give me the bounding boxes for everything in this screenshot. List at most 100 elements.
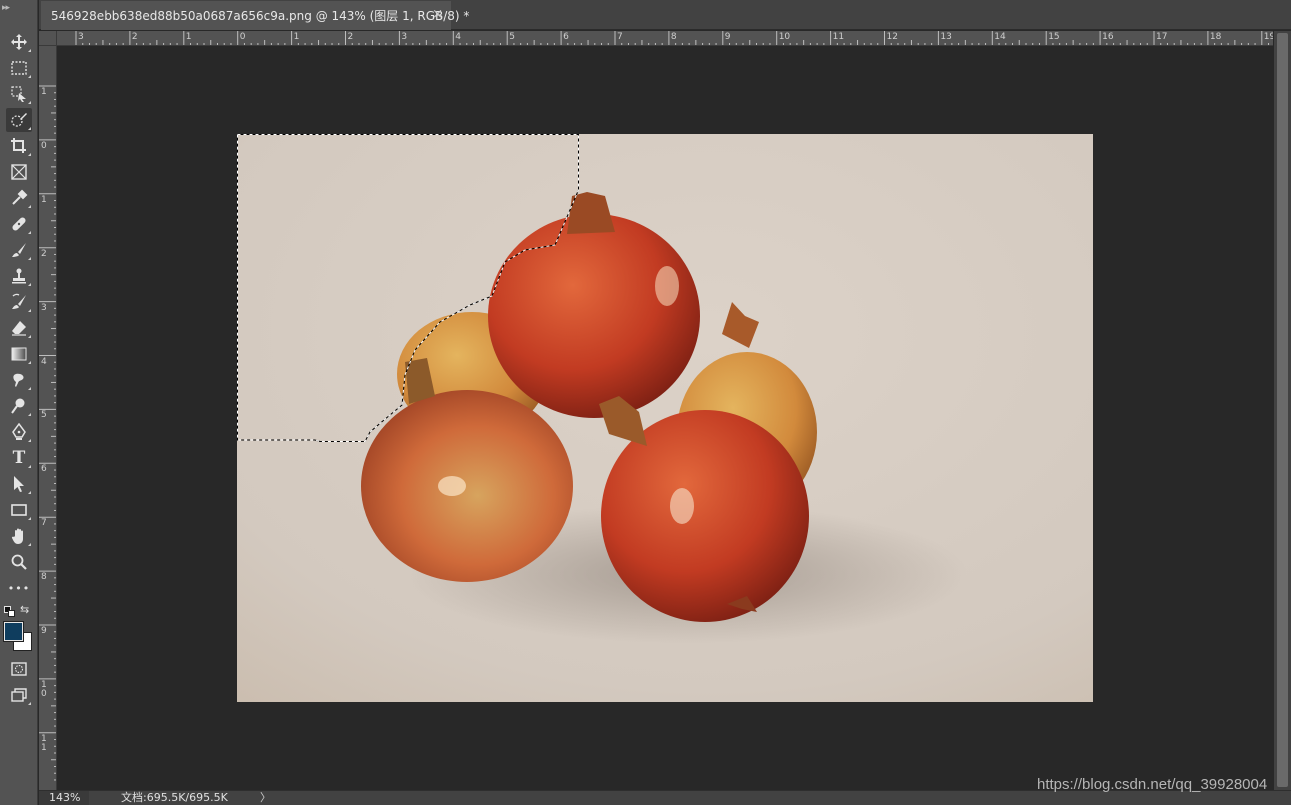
screen-mode[interactable] [6, 683, 32, 707]
type-icon: T [12, 448, 26, 468]
ruler-label: 1 [293, 32, 300, 42]
panel-collapse-icon[interactable]: ▸▸ [2, 3, 34, 19]
ruler-label: 9 [724, 32, 731, 42]
bandage-icon [12, 217, 26, 231]
eraser-tool[interactable] [6, 316, 32, 340]
hand-tool[interactable] [6, 524, 32, 548]
foreground-color-swatch[interactable] [3, 621, 24, 642]
swap-colors-icon[interactable]: ⇆ [20, 604, 32, 616]
ruler-label: 10 [778, 32, 791, 42]
path-selection-tool[interactable] [6, 472, 32, 496]
tools-panel: ▸▸ T ••• ⇆ [0, 0, 38, 805]
ruler-label: 7 [41, 518, 47, 529]
object-selection-tool[interactable] [6, 82, 32, 106]
healing-brush-tool[interactable] [6, 212, 32, 236]
ruler-label: 1 [185, 32, 192, 42]
pen-icon [12, 423, 26, 440]
ruler-label: 2 [131, 32, 138, 42]
pomegranates-photo [237, 134, 1093, 702]
ruler-label: 3 [78, 32, 84, 42]
hand-icon [11, 528, 23, 544]
quick-mask-mode[interactable] [6, 657, 32, 681]
object-select-icon [11, 86, 26, 102]
ruler-label: 9 [41, 626, 47, 636]
document-image[interactable] [237, 134, 1093, 702]
scrollbar-thumb[interactable] [1277, 33, 1288, 787]
horizontal-ruler[interactable]: 321012345678910111213141516171819 [57, 31, 1273, 46]
ellipsis-icon: ••• [7, 581, 31, 595]
type-tool[interactable]: T [6, 446, 32, 470]
ruler-label: 13 [940, 32, 952, 42]
frame-tool[interactable] [6, 160, 32, 184]
move-icon [11, 34, 27, 50]
ruler-label: 5 [509, 32, 515, 42]
magnifier-icon [11, 554, 27, 570]
ruler-label: 14 [994, 32, 1006, 42]
brush-icon [12, 243, 26, 257]
zoom-level-field[interactable]: 143% [39, 791, 89, 805]
crop-tool[interactable] [6, 134, 32, 158]
ruler-label: 2 [41, 248, 47, 259]
rectangle-tool[interactable] [6, 498, 32, 522]
gradient-tool[interactable] [6, 342, 32, 366]
ruler-label: 19 [1263, 32, 1273, 42]
ruler-label: 15 [1048, 32, 1060, 42]
ruler-label: 1 [41, 194, 47, 205]
eyedropper-tool[interactable] [6, 186, 32, 210]
quick-mask-icon [11, 662, 27, 676]
quick-selection-tool[interactable] [6, 108, 32, 132]
ruler-label: 12 [886, 32, 898, 42]
vertical-scrollbar[interactable] [1274, 31, 1291, 790]
eraser-icon [12, 321, 26, 336]
eyedropper-icon [12, 189, 28, 205]
stamp-icon [12, 268, 26, 284]
ruler-label: 1 [41, 87, 47, 97]
history-brush-tool[interactable] [6, 290, 32, 314]
move-tool[interactable] [6, 30, 32, 54]
marquee-icon [11, 61, 27, 75]
zoom-tool[interactable] [6, 550, 32, 574]
ruler-label: 1 [41, 742, 47, 753]
document-size-info[interactable]: 文档:695.5K/695.5K [121, 791, 228, 805]
ruler-label: 8 [41, 572, 47, 583]
status-menu-arrow-icon[interactable]: 〉 [260, 791, 271, 805]
ruler-origin[interactable] [39, 31, 57, 46]
clone-stamp-tool[interactable] [6, 264, 32, 288]
ruler-label: 0 [239, 32, 246, 42]
ruler-label: 3 [401, 32, 408, 42]
ruler-label: 4 [41, 356, 47, 367]
ruler-label: 16 [1102, 32, 1114, 42]
frame-icon [11, 164, 27, 180]
ruler-label: 7 [617, 32, 623, 42]
screen-mode-icon [11, 688, 27, 702]
pen-tool[interactable] [6, 420, 32, 444]
watermark-text: https://blog.csdn.net/qq_39928004 [1037, 776, 1268, 793]
quick-select-icon [11, 113, 27, 127]
ruler-label: 17 [1156, 32, 1168, 42]
ruler-label: 5 [41, 410, 47, 421]
document-tab-bar: 546928ebb638ed88b50a0687a656c9a.png @ 14… [39, 0, 1291, 30]
ruler-label: 11 [832, 32, 845, 42]
dodge-icon [11, 398, 25, 414]
dodge-tool[interactable] [6, 394, 32, 418]
gradient-icon [11, 347, 27, 361]
default-colors-icon[interactable] [4, 606, 16, 618]
edit-toolbar[interactable]: ••• [6, 576, 32, 600]
ruler-label: 18 [1209, 32, 1222, 42]
rectangle-icon [11, 504, 27, 516]
ruler-label: 0 [41, 140, 47, 151]
arrow-icon [14, 476, 24, 492]
smudge-tool[interactable] [6, 368, 32, 392]
ruler-label: 0 [41, 688, 47, 699]
rectangular-marquee-tool[interactable] [6, 56, 32, 80]
history-brush-icon [12, 293, 26, 309]
vertical-ruler[interactable]: 101234567891011 [39, 46, 57, 790]
document-tab[interactable]: 546928ebb638ed88b50a0687a656c9a.png @ 14… [41, 1, 469, 30]
ruler-label: 8 [670, 32, 677, 42]
smudge-icon [13, 373, 24, 387]
ruler-label: 6 [563, 32, 569, 42]
brush-tool[interactable] [6, 238, 32, 262]
crop-icon [11, 138, 26, 153]
close-tab-icon[interactable]: × [432, 7, 443, 22]
document-tab-title: 546928ebb638ed88b50a0687a656c9a.png @ 14… [51, 9, 470, 23]
